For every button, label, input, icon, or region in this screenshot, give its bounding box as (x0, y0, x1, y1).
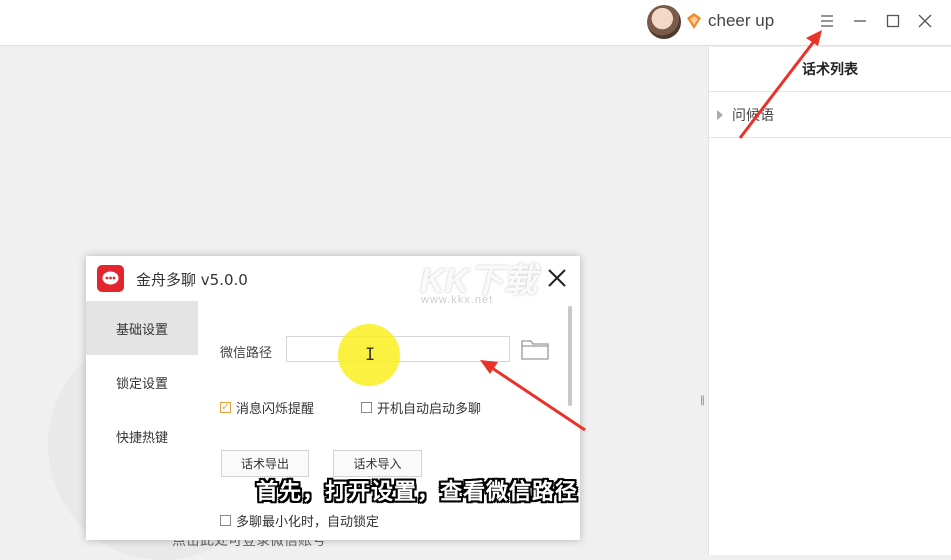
title-bar: cheer up (0, 0, 951, 46)
minimize-icon[interactable] (848, 10, 872, 32)
dialog-scrollbar[interactable] (568, 306, 572, 406)
checkbox-unchecked-icon[interactable] (361, 402, 372, 413)
sidebar-item-basic[interactable]: 基础设置 (86, 301, 198, 355)
export-scripts-button[interactable]: 话术导出 (221, 450, 309, 477)
avatar[interactable] (647, 5, 681, 39)
sidebar-item-label: 基础设置 (115, 322, 168, 338)
sidebar-item-hotkeys[interactable]: 快捷热键 (86, 409, 198, 463)
username[interactable]: cheer up (708, 11, 774, 31)
dialog-title: 金舟多聊 v5.0.0 (136, 271, 248, 289)
autostart-checkbox[interactable]: 开机自动启动多聊 (361, 398, 481, 417)
panel-splitter[interactable]: ‖ (700, 395, 705, 406)
import-scripts-button[interactable]: 话术导入 (333, 450, 422, 477)
sidebar-item-lock[interactable]: 锁定设置 (86, 355, 198, 409)
flash-notify-checkbox[interactable]: ✓ 消息闪烁提醒 (220, 398, 314, 417)
checkbox-checked-icon[interactable]: ✓ (220, 402, 231, 413)
script-list-panel: 话术列表 问候语 (708, 47, 951, 555)
video-subtitle: 首先，打开设置，查看微信路径 (256, 480, 579, 505)
app-logo-icon (97, 265, 124, 292)
script-category-label: 问候语 (732, 107, 774, 124)
maximize-icon[interactable] (881, 10, 905, 32)
lock-on-minimize-checkbox[interactable]: 多聊最小化时，自动锁定 (220, 511, 379, 530)
script-list-item[interactable]: 问候语 (709, 92, 951, 138)
close-icon[interactable] (913, 10, 937, 32)
dialog-close-icon[interactable] (544, 265, 570, 291)
expand-arrow-icon[interactable] (717, 109, 723, 120)
script-list-title: 话术列表 (709, 47, 951, 92)
text-cursor-icon: I (365, 345, 376, 365)
folder-browse-icon[interactable] (520, 337, 550, 361)
sidebar-item-label: 锁定设置 (115, 376, 168, 392)
checkbox-label: 多聊最小化时，自动锁定 (236, 515, 380, 530)
checkbox-label: 开机自动启动多聊 (377, 402, 482, 417)
vip-diamond-icon (687, 13, 701, 29)
settings-sidebar: 基础设置 锁定设置 快捷热键 (86, 301, 198, 540)
wechat-path-label: 微信路径 (220, 346, 273, 361)
checkbox-label: 消息闪烁提醒 (236, 402, 315, 417)
menu-icon[interactable] (815, 10, 839, 32)
sidebar-item-label: 快捷热键 (115, 430, 168, 446)
watermark-url: www.kkx.net (421, 294, 494, 306)
checkbox-unchecked-icon[interactable] (220, 515, 231, 526)
